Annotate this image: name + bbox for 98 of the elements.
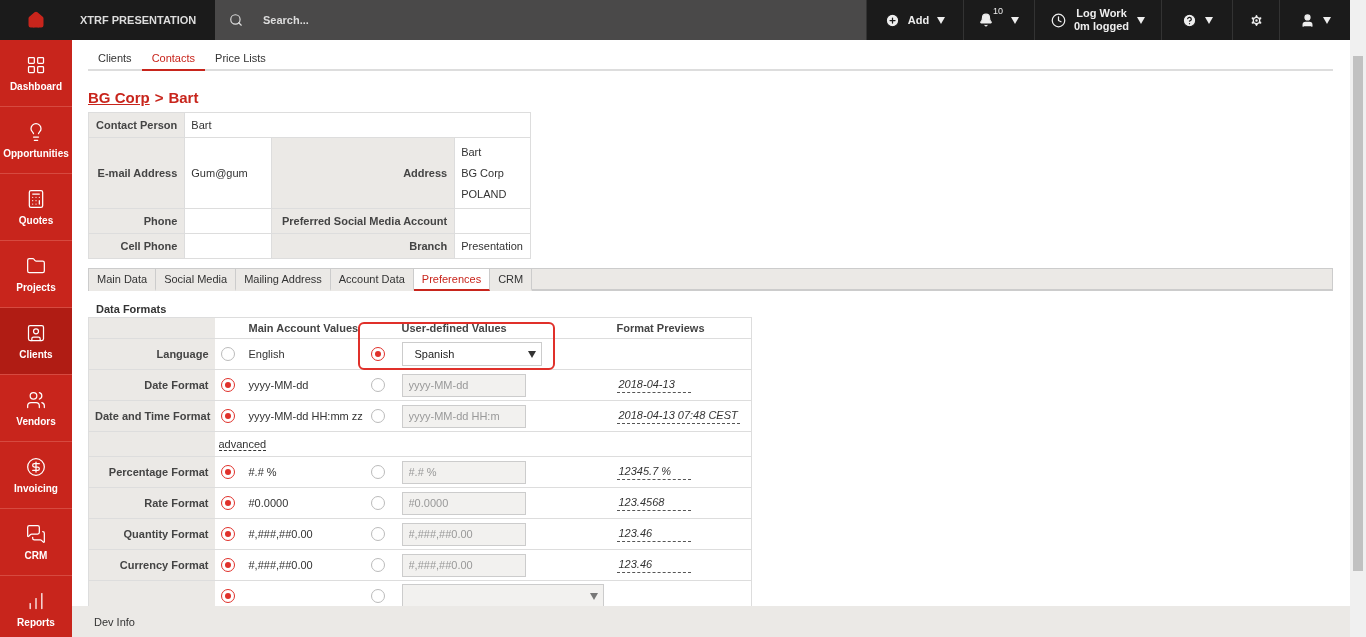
format-preview: 12345.7 % — [616, 464, 691, 480]
field-label: Branch — [271, 233, 455, 259]
radio-button[interactable] — [371, 409, 385, 424]
section-title: Data Formats — [96, 303, 168, 315]
radio-button[interactable] — [371, 347, 385, 362]
caret-icon — [1204, 16, 1213, 24]
field-label: Percentage Format — [88, 456, 215, 488]
main-value: #0.0000 — [240, 487, 361, 519]
format-preview: 2018-04-13 — [616, 377, 691, 393]
field-label: Rate Format — [88, 487, 215, 519]
tab[interactable]: Social Media — [156, 269, 237, 291]
chat-bubbles-icon — [26, 523, 46, 544]
advanced-link[interactable]: advanced — [218, 438, 267, 451]
dropdown[interactable]: Spanish — [401, 342, 542, 366]
tab[interactable]: Mailing Address — [236, 269, 331, 291]
radio-button[interactable] — [371, 589, 385, 604]
clock-icon — [1051, 12, 1066, 28]
folder-icon — [26, 255, 46, 276]
main-value: yyyy-MM-dd HH:mm zz — [240, 400, 361, 432]
calculator-icon — [26, 188, 46, 209]
radio-button[interactable] — [371, 558, 385, 573]
tab[interactable]: Main Data — [89, 269, 157, 291]
address-line: Bart — [461, 146, 483, 158]
field-label: Language — [88, 338, 215, 370]
main-value: #,###,##0.00 — [240, 518, 361, 550]
client-link[interactable]: BG Corp — [88, 89, 150, 106]
log-work-title: Log Work — [1075, 7, 1128, 20]
plus-icon — [884, 12, 900, 28]
home-icon — [27, 11, 45, 29]
radio-button[interactable] — [220, 378, 235, 393]
people-icon — [26, 389, 46, 410]
column-header: Format Previews — [610, 317, 752, 339]
field-value: Bart — [184, 112, 531, 138]
field-label: Date Format — [88, 369, 215, 401]
grid-icon — [26, 54, 46, 75]
bell-icon — [979, 13, 993, 27]
scrollbar[interactable] — [1350, 40, 1366, 637]
tab[interactable]: Account Data — [330, 269, 414, 291]
main-value: #.# % — [240, 456, 361, 488]
radio-button[interactable] — [220, 527, 235, 542]
radio-button[interactable] — [371, 527, 385, 542]
main-value: #,###,##0.00 — [240, 549, 361, 581]
field-label: Date and Time Format — [88, 400, 215, 432]
logged-time: 0m logged — [1074, 20, 1129, 33]
radio-button[interactable] — [220, 347, 235, 362]
caret-icon — [1137, 16, 1145, 24]
radio-button[interactable] — [371, 378, 385, 393]
caret-icon — [589, 592, 598, 600]
scrollbar[interactable] — [1350, 0, 1366, 40]
tab[interactable]: Clients — [88, 48, 142, 71]
caret-icon — [1011, 16, 1019, 24]
address-line: BG Corp — [461, 167, 505, 179]
radio-button[interactable] — [220, 465, 235, 480]
contact-name: Bart — [168, 89, 199, 106]
format-preview: 123.46 — [616, 526, 691, 542]
column-header: Main Account Values — [240, 317, 361, 339]
format-preview: 123.46 — [616, 557, 691, 573]
dev-info: Dev Info — [94, 615, 135, 628]
field-label: Cell Phone — [88, 233, 185, 259]
format-preview: 2018-04-13 07:48 CEST — [616, 408, 740, 424]
search-field[interactable]: Search... — [261, 13, 561, 27]
radio-button[interactable] — [220, 589, 235, 604]
field-label: Phone — [88, 208, 185, 234]
radio-button[interactable] — [220, 496, 235, 511]
field-label: Contact Person — [88, 112, 185, 138]
user-icon — [1299, 12, 1315, 28]
field-label: E-mail Address — [88, 137, 185, 209]
tab[interactable]: Price Lists — [205, 48, 276, 71]
main-value: yyyy-MM-dd — [240, 369, 361, 401]
address-line: POLAND — [461, 188, 508, 200]
field-value: Gum@gum — [184, 137, 272, 209]
caret-icon — [1322, 16, 1331, 24]
tab[interactable]: Preferences — [413, 269, 491, 291]
radio-button[interactable] — [371, 465, 385, 480]
field-label: Preferred Social Media Account — [271, 208, 455, 234]
tab[interactable]: Contacts — [141, 48, 206, 71]
radio-button[interactable] — [371, 496, 385, 511]
settings-icon — [1248, 12, 1264, 28]
person-badge-icon — [26, 322, 46, 343]
dollar-coin-icon — [26, 456, 46, 477]
field-label: Address — [271, 137, 455, 209]
dropdown-value: Spanish — [414, 348, 455, 360]
brand-name: XTRF PRESENTATION — [79, 13, 198, 28]
caret-icon — [527, 350, 536, 358]
radio-button[interactable] — [220, 409, 235, 424]
radio-button[interactable] — [220, 558, 235, 573]
field-label: Quantity Format — [88, 518, 215, 550]
main-value: English — [240, 338, 361, 370]
column-header: User-defined Values — [395, 317, 611, 339]
help-icon — [1181, 12, 1197, 28]
notification-count: 10 — [993, 6, 1003, 16]
sidebar-item[interactable]: Clients — [0, 308, 72, 375]
format-preview: 123.4568 — [616, 495, 691, 511]
breadcrumb-separator: > — [154, 89, 164, 106]
search-icon — [229, 13, 243, 27]
caret-icon — [937, 16, 946, 24]
tab[interactable]: CRM — [490, 269, 533, 291]
field-label: Currency Format — [88, 549, 215, 581]
